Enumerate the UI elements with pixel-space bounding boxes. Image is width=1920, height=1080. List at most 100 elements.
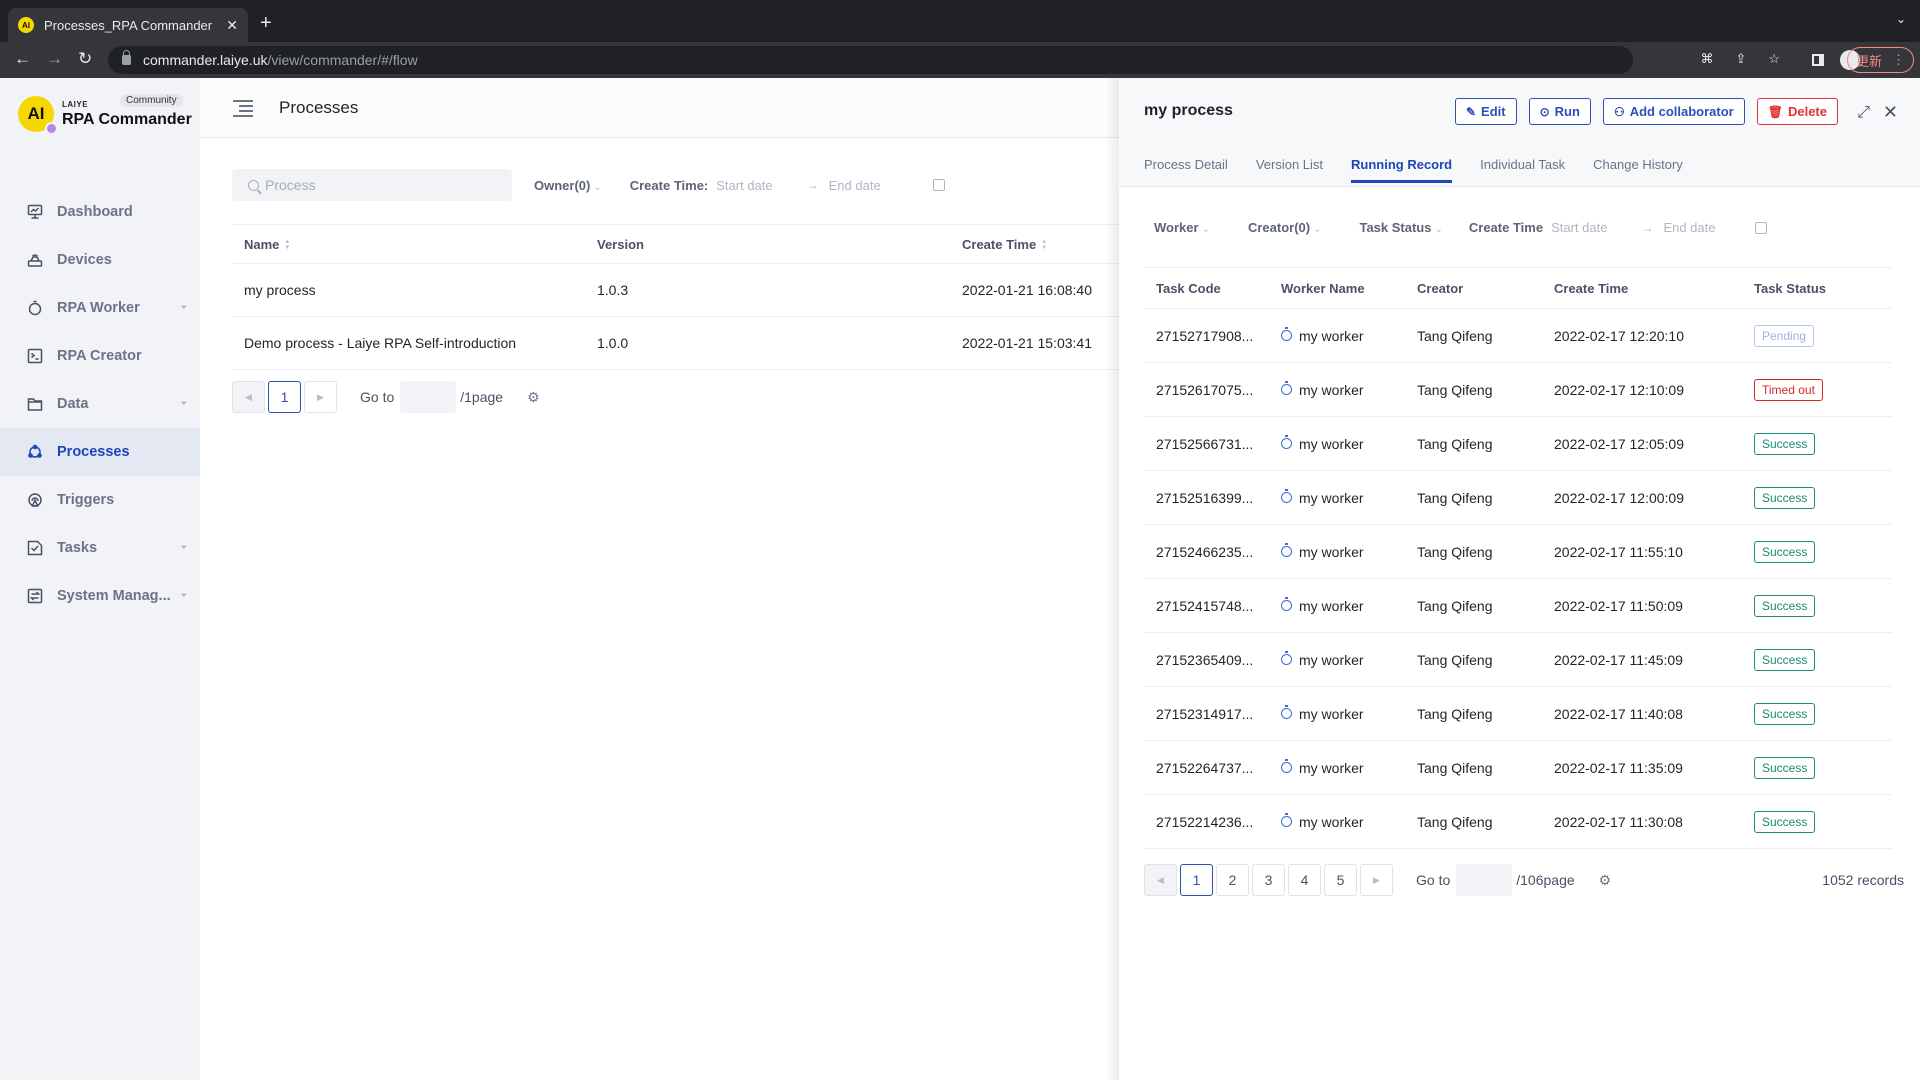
tab-version-list[interactable]: Version List [1256, 157, 1323, 182]
tab-change-history[interactable]: Change History [1593, 157, 1683, 182]
add-user-icon: ⚇ [1613, 104, 1625, 119]
sidebar-item-dashboard[interactable]: Dashboard [0, 188, 200, 236]
table-row[interactable]: 27152415748... my worker Tang Qifeng 202… [1144, 579, 1892, 633]
delete-button[interactable]: 🗑 Delete [1756, 98, 1838, 125]
task-status-filter[interactable]: Task Status ⌄ [1359, 220, 1442, 235]
worker-icon [1281, 597, 1292, 611]
creator-filter[interactable]: Creator(0) ⌄ [1248, 220, 1322, 235]
new-tab-icon[interactable]: + [260, 12, 272, 35]
goto-page-input[interactable] [1456, 864, 1513, 896]
table-row[interactable]: 27152314917... my worker Tang Qifeng 202… [1144, 687, 1892, 741]
edit-button[interactable]: ✎ Edit [1454, 98, 1517, 125]
status-badge: Success [1754, 432, 1816, 455]
calendar-icon[interactable] [932, 179, 945, 191]
calendar-icon[interactable] [1755, 221, 1768, 234]
sidebar-item-processes[interactable]: Processes [0, 428, 200, 476]
table-row[interactable]: 27152516399... my worker Tang Qifeng 202… [1144, 471, 1892, 525]
collapse-menu-icon[interactable] [233, 99, 253, 117]
bookmark-star-icon[interactable]: ☆ [1768, 51, 1780, 67]
more-menu-icon[interactable]: ⋮ [1892, 52, 1905, 68]
browser-tab[interactable]: AI Processes_RPA Commander ✕ [8, 8, 248, 42]
page-button[interactable]: 5 [1324, 864, 1357, 896]
prev-page-button[interactable]: ◀ [1144, 864, 1177, 896]
page-button[interactable]: 1 [1180, 864, 1213, 896]
back-icon[interactable]: ← [14, 49, 31, 69]
status-badge: Success [1754, 702, 1816, 725]
sort-icon: ▲ ▼ [1041, 239, 1048, 252]
chevron-down-icon[interactable]: ⌄ [180, 540, 188, 551]
page-button[interactable]: 4 [1288, 864, 1321, 896]
table-row[interactable]: 27152566731... my worker Tang Qifeng 202… [1144, 417, 1892, 471]
drawer-header: my process ✎ Edit ⊙ Run ⚇ Add collaborator … [1119, 78, 1920, 187]
worker-icon [1281, 327, 1292, 341]
process-name[interactable]: my process [232, 282, 597, 298]
translate-icon[interactable]: ⌘ [1700, 51, 1713, 67]
table-row[interactable]: 27152264737... my worker Tang Qifeng 202… [1144, 741, 1892, 795]
tab-process-detail[interactable]: Process Detail [1144, 157, 1228, 182]
search-placeholder: Process [265, 177, 316, 193]
create-time: 2022-02-17 12:00:09 [1554, 489, 1684, 506]
system-icon [27, 588, 43, 604]
process-name[interactable]: Demo process - Laiye RPA Self-introducti… [232, 335, 597, 351]
reload-icon[interactable]: ↻ [78, 49, 92, 69]
next-page-button[interactable]: ▶ [1360, 864, 1393, 896]
goto-page-input[interactable] [400, 381, 457, 413]
column-name[interactable]: Name ▲ ▼ [232, 237, 597, 252]
worker-name: my worker [1281, 813, 1417, 830]
process-search-input[interactable]: Process [232, 169, 512, 201]
prev-page-button[interactable]: ◀ [232, 381, 265, 413]
forward-icon[interactable]: → [46, 49, 63, 69]
sidebar-item-rpa-worker[interactable]: RPA Worker ⌄ [0, 284, 200, 332]
create-time: 2022-02-17 12:05:09 [1554, 435, 1684, 452]
run-button[interactable]: ⊙ Run [1528, 98, 1591, 125]
url-host: commander.laiye.uk [143, 52, 268, 68]
table-row[interactable]: 27152717908... my worker Tang Qifeng 202… [1144, 309, 1892, 363]
start-date-input[interactable]: Start date [1551, 220, 1607, 235]
column-create-time: Create Time [1554, 280, 1629, 296]
expand-icon[interactable]: ⤢ [1857, 104, 1870, 122]
table-row[interactable]: 27152617075... my worker Tang Qifeng 202… [1144, 363, 1892, 417]
settings-gear-icon[interactable]: ⚙ [1599, 872, 1612, 889]
sidebar-item-rpa-creator[interactable]: RPA Creator [0, 332, 200, 380]
drawer-tabs: Process Detail Version List Running Reco… [1144, 157, 1711, 183]
table-row[interactable]: 27152214236... my worker Tang Qifeng 202… [1144, 795, 1892, 849]
worker-filter[interactable]: Worker ⌄ [1154, 220, 1210, 235]
creator: Tang Qifeng [1417, 327, 1493, 344]
chevron-down-icon[interactable]: ⌄ [180, 588, 188, 599]
worker-name: my worker [1281, 381, 1417, 398]
table-row[interactable]: 27152365409... my worker Tang Qifeng 202… [1144, 633, 1892, 687]
sidebar-item-triggers[interactable]: Triggers [0, 476, 200, 524]
end-date-input[interactable]: End date [1663, 220, 1715, 235]
end-date-input[interactable]: End date [829, 178, 881, 193]
update-button[interactable]: 更新 ⋮ [1846, 47, 1914, 73]
page-button[interactable]: 2 [1216, 864, 1249, 896]
trash-icon: 🗑 [1767, 104, 1783, 119]
close-tab-icon[interactable]: ✕ [226, 17, 238, 34]
sidebar-item-tasks[interactable]: Tasks ⌄ [0, 524, 200, 572]
sidebar: AI LAIYE RPA Commander Community Dashboa… [0, 78, 200, 1080]
arrow-right-icon: → [806, 178, 819, 192]
start-date-input[interactable]: Start date [716, 178, 772, 193]
chevron-down-icon[interactable]: ⌄ [180, 300, 188, 311]
share-icon[interactable]: ⇪ [1735, 51, 1746, 67]
sidebar-item-system-management[interactable]: System Manag... ⌄ [0, 572, 200, 620]
task-code: 27152415748... [1156, 597, 1254, 614]
table-row[interactable]: 27152466235... my worker Tang Qifeng 202… [1144, 525, 1892, 579]
tab-running-record[interactable]: Running Record [1351, 157, 1453, 183]
tab-individual-task[interactable]: Individual Task [1480, 157, 1565, 182]
page-button[interactable]: 1 [268, 381, 301, 413]
owner-filter[interactable]: Owner(0) ⌄ [534, 178, 602, 193]
devices-icon [27, 252, 43, 268]
page-button[interactable]: 3 [1252, 864, 1285, 896]
sidebar-item-devices[interactable]: Devices [0, 236, 200, 284]
close-icon[interactable]: ✕ [1883, 102, 1898, 123]
settings-gear-icon[interactable]: ⚙ [527, 389, 540, 406]
tab-search-chevron-icon[interactable]: ⌄ [1896, 12, 1906, 26]
chevron-down-icon[interactable]: ⌄ [180, 396, 188, 407]
add-collaborator-button[interactable]: ⚇ Add collaborator [1602, 98, 1745, 125]
url-input[interactable]: commander.laiye.uk/view/commander/#/flow [108, 46, 1633, 74]
status-badge: Success [1754, 648, 1816, 671]
next-page-button[interactable]: ▶ [304, 381, 337, 413]
side-panel-icon[interactable] [1812, 54, 1824, 66]
sidebar-item-data[interactable]: Data ⌄ [0, 380, 200, 428]
